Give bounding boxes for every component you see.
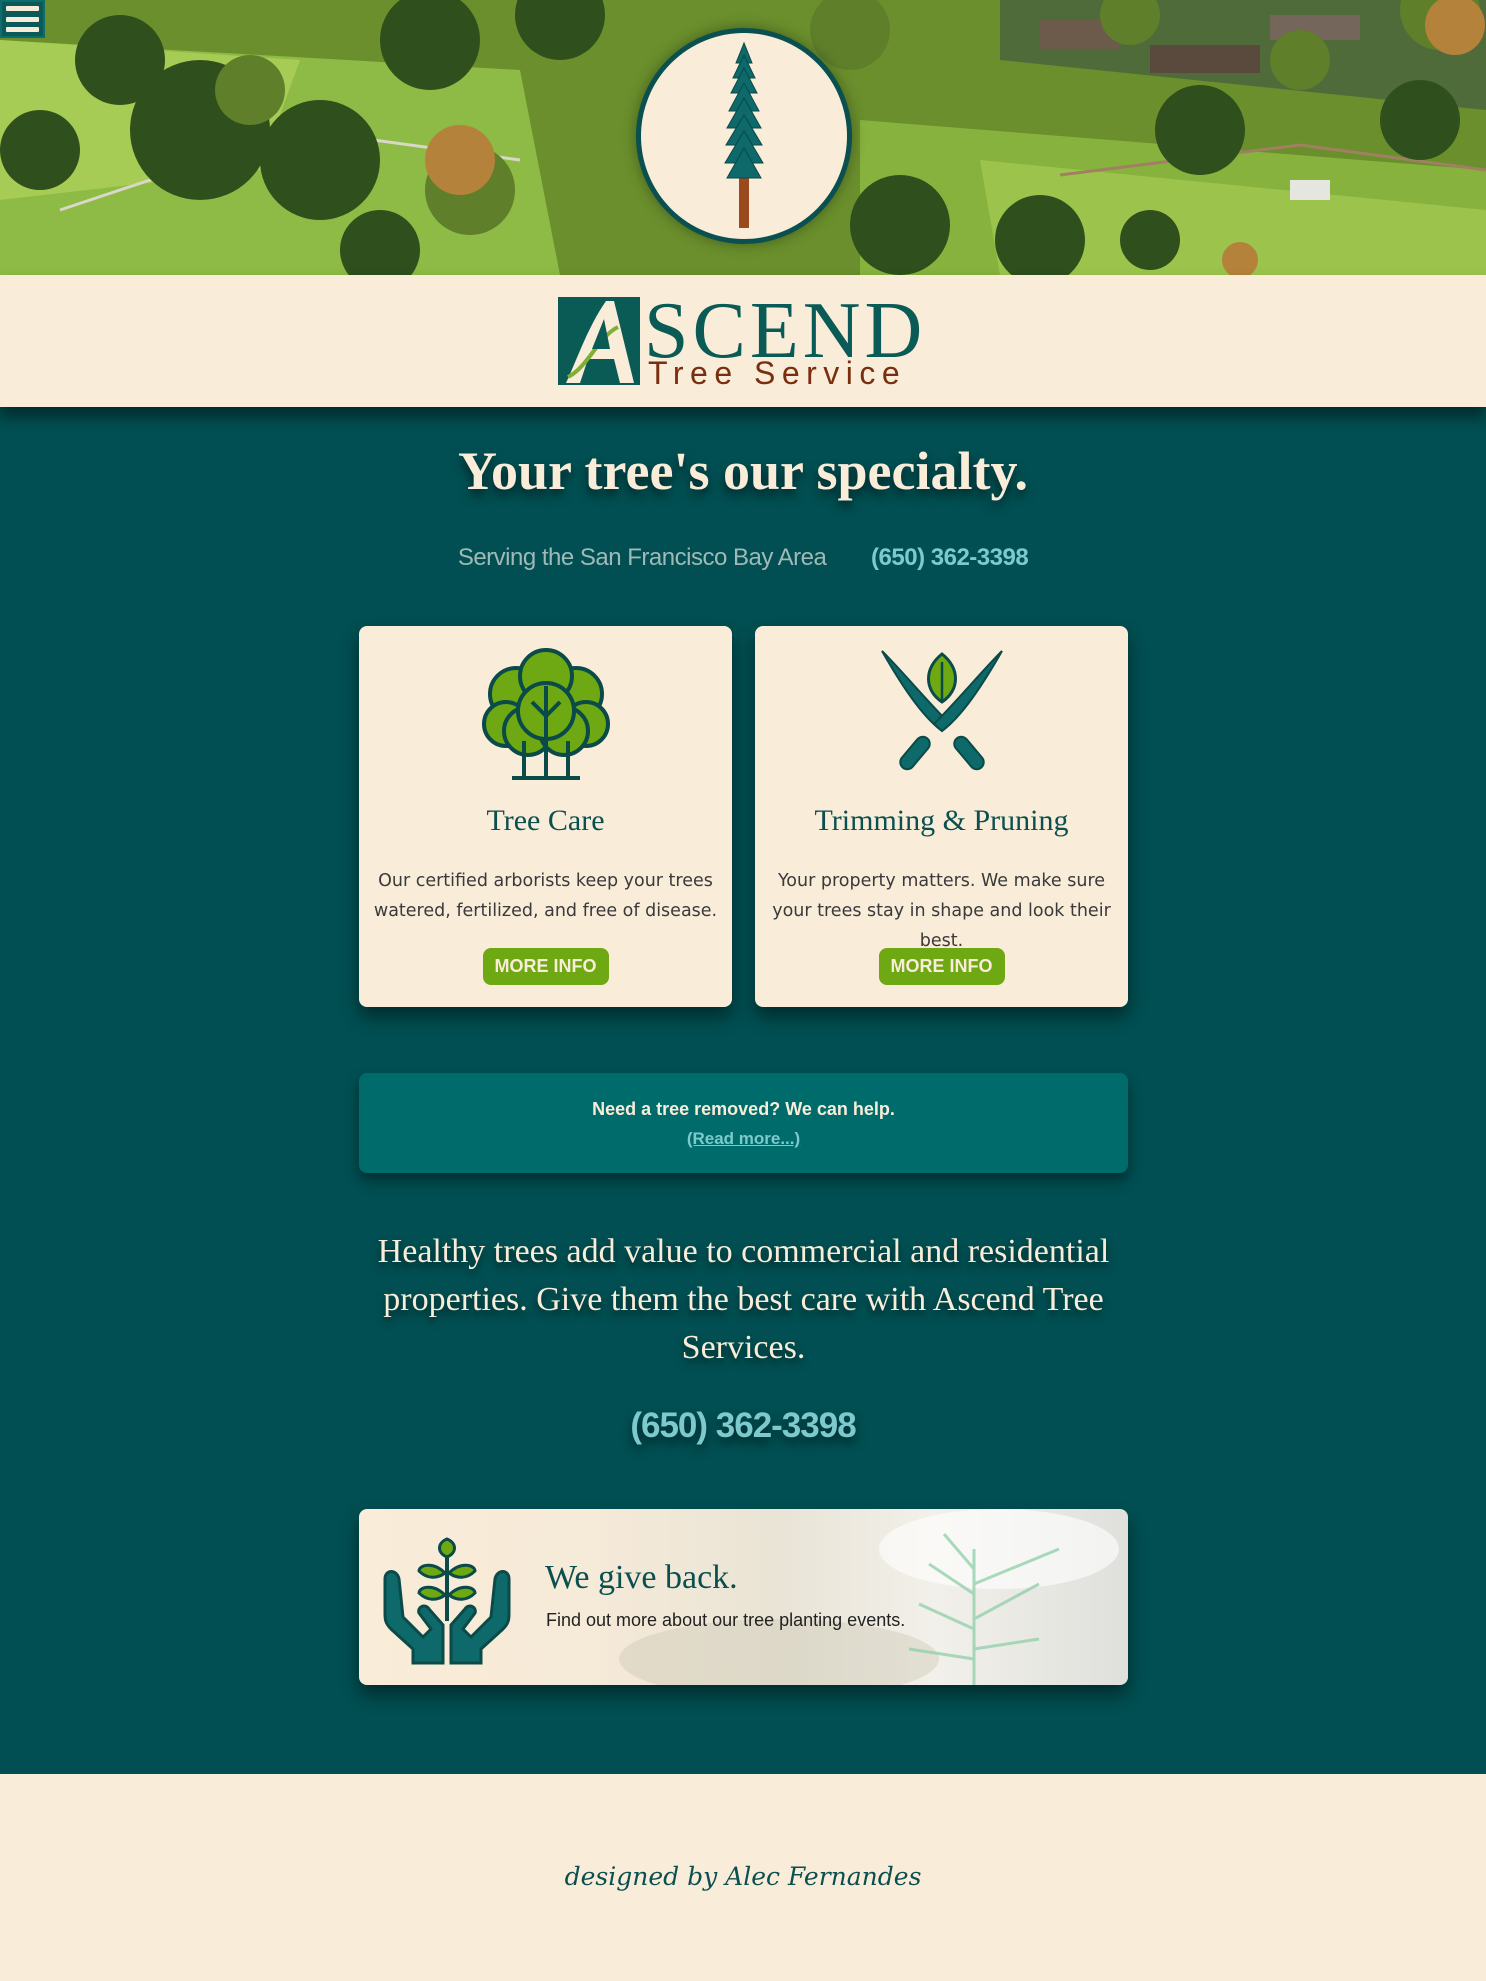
service-card-trimming-pruning: Trimming & Pruning Your property matters…: [755, 626, 1128, 1007]
menu-line: [6, 27, 39, 32]
service-area-text: Serving the San Francisco Bay Area: [457, 544, 827, 571]
menu-line: [6, 16, 39, 22]
phone-link[interactable]: (650) 362-3398: [871, 544, 1029, 571]
footer: designed by Alec Fernandes: [0, 1774, 1486, 1981]
designer-credit: designed by Alec Fernandes: [564, 1862, 922, 1891]
give-back-text: Find out more about our tree planting ev…: [546, 1610, 906, 1630]
redwood-tree-icon: [636, 28, 852, 244]
read-more-link[interactable]: (Read more...): [359, 1129, 1128, 1149]
menu-button[interactable]: [0, 0, 45, 38]
page-headline: Your tree's our specialty.: [458, 441, 1028, 501]
give-back-card[interactable]: We give back. Find out more about our tr…: [359, 1509, 1128, 1685]
menu-line: [6, 6, 39, 11]
hands-sprout-icon: [379, 1529, 515, 1670]
tree-removal-banner: Need a tree removed? We can help. (Read …: [359, 1073, 1128, 1173]
give-back-title: We give back.: [545, 1559, 738, 1596]
card-description: Our certified arborists keep your trees …: [373, 871, 718, 921]
service-card-tree-care: Tree Care Our certified arborists keep y…: [359, 626, 732, 1007]
card-description: Your property matters. We make sure your…: [772, 871, 1111, 951]
shears-leaf-icon: [755, 646, 1128, 781]
card-title: Trimming & Pruning: [814, 804, 1069, 837]
hero-banner: [0, 0, 1486, 275]
value-proposition: Healthy trees add value to commercial an…: [377, 1233, 1110, 1366]
logo-tagline: Tree Service: [648, 355, 907, 391]
cta-phone-link[interactable]: (650) 362-3398: [0, 1406, 1486, 1446]
tree-icon: [359, 646, 732, 781]
service-area-line: Serving the San Francisco Bay Area (650)…: [0, 544, 1486, 572]
more-info-button[interactable]: MORE INFO: [878, 948, 1005, 985]
logo-a-mark: [558, 297, 640, 385]
more-info-button[interactable]: MORE INFO: [482, 948, 609, 985]
card-title: Tree Care: [486, 804, 605, 837]
ascend-logo[interactable]: SCEND Tree Service: [558, 291, 930, 391]
removal-question: Need a tree removed? We can help.: [592, 1099, 895, 1119]
logo-band: SCEND Tree Service: [0, 275, 1486, 407]
